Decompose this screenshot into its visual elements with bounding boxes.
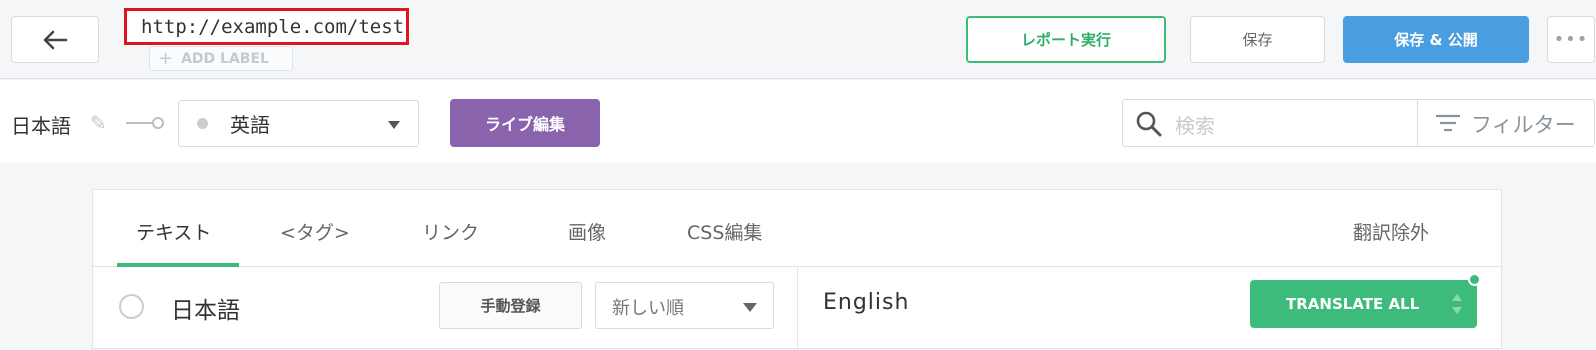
back-button[interactable]	[11, 16, 99, 63]
search-input[interactable]: 検索	[1175, 110, 1215, 139]
tab-links[interactable]: リンク	[422, 218, 479, 245]
translate-all-button[interactable]: TRANSLATE ALL	[1250, 280, 1477, 328]
target-language-select[interactable]: 英語	[178, 100, 419, 147]
search-icon	[1136, 111, 1162, 137]
save-publish-button[interactable]: 保存 & 公開	[1343, 16, 1529, 63]
source-language-label: 日本語	[11, 114, 71, 138]
sort-arrows-icon	[1452, 294, 1462, 314]
page-url: http://example.com/test	[124, 8, 409, 45]
live-edit-button[interactable]: ライブ編集	[450, 99, 600, 147]
filter-icon	[1436, 114, 1460, 132]
select-all-radio[interactable]	[119, 294, 144, 319]
filter-button[interactable]: フィルター	[1471, 109, 1576, 139]
tab-bar: テキスト <タグ> リンク 画像 CSS編集 翻訳除外	[93, 190, 1501, 267]
add-label-text: ADD LABEL	[181, 50, 269, 67]
status-dot-icon	[197, 118, 208, 129]
sort-select-value: 新しい順	[612, 298, 684, 319]
caret-down-icon	[743, 303, 757, 312]
tab-images[interactable]: 画像	[568, 218, 606, 245]
target-language-label: 英語	[230, 113, 270, 137]
add-label-button[interactable]: + ADD LABEL	[149, 46, 293, 71]
sort-select[interactable]: 新しい順	[595, 282, 774, 329]
target-column-title: English	[823, 290, 910, 315]
arrow-left-icon	[43, 30, 68, 49]
run-report-button[interactable]: レポート実行	[966, 16, 1166, 63]
source-column-header: 日本語 手動登録 新しい順	[93, 267, 798, 350]
more-options-button[interactable]: •••	[1547, 16, 1595, 63]
search-bar: 検索 フィルター	[1122, 99, 1595, 147]
translate-all-label: TRANSLATE ALL	[1286, 295, 1420, 313]
ellipsis-icon: •••	[1553, 29, 1589, 50]
caret-down-icon	[388, 121, 400, 129]
notification-dot	[1468, 273, 1481, 286]
pencil-icon[interactable]: ✎	[90, 111, 107, 135]
search-divider	[1417, 100, 1418, 146]
tab-exclude-translation[interactable]: 翻訳除外	[1353, 218, 1429, 245]
tab-css-edit[interactable]: CSS編集	[687, 218, 762, 245]
plus-icon: +	[158, 48, 174, 69]
manual-register-button[interactable]: 手動登録	[439, 282, 582, 329]
save-button[interactable]: 保存	[1190, 16, 1325, 63]
tab-text[interactable]: テキスト	[136, 218, 211, 245]
source-column-title: 日本語	[171, 298, 240, 324]
tab-tags[interactable]: <タグ>	[280, 218, 350, 245]
language-connector-icon	[126, 117, 164, 129]
